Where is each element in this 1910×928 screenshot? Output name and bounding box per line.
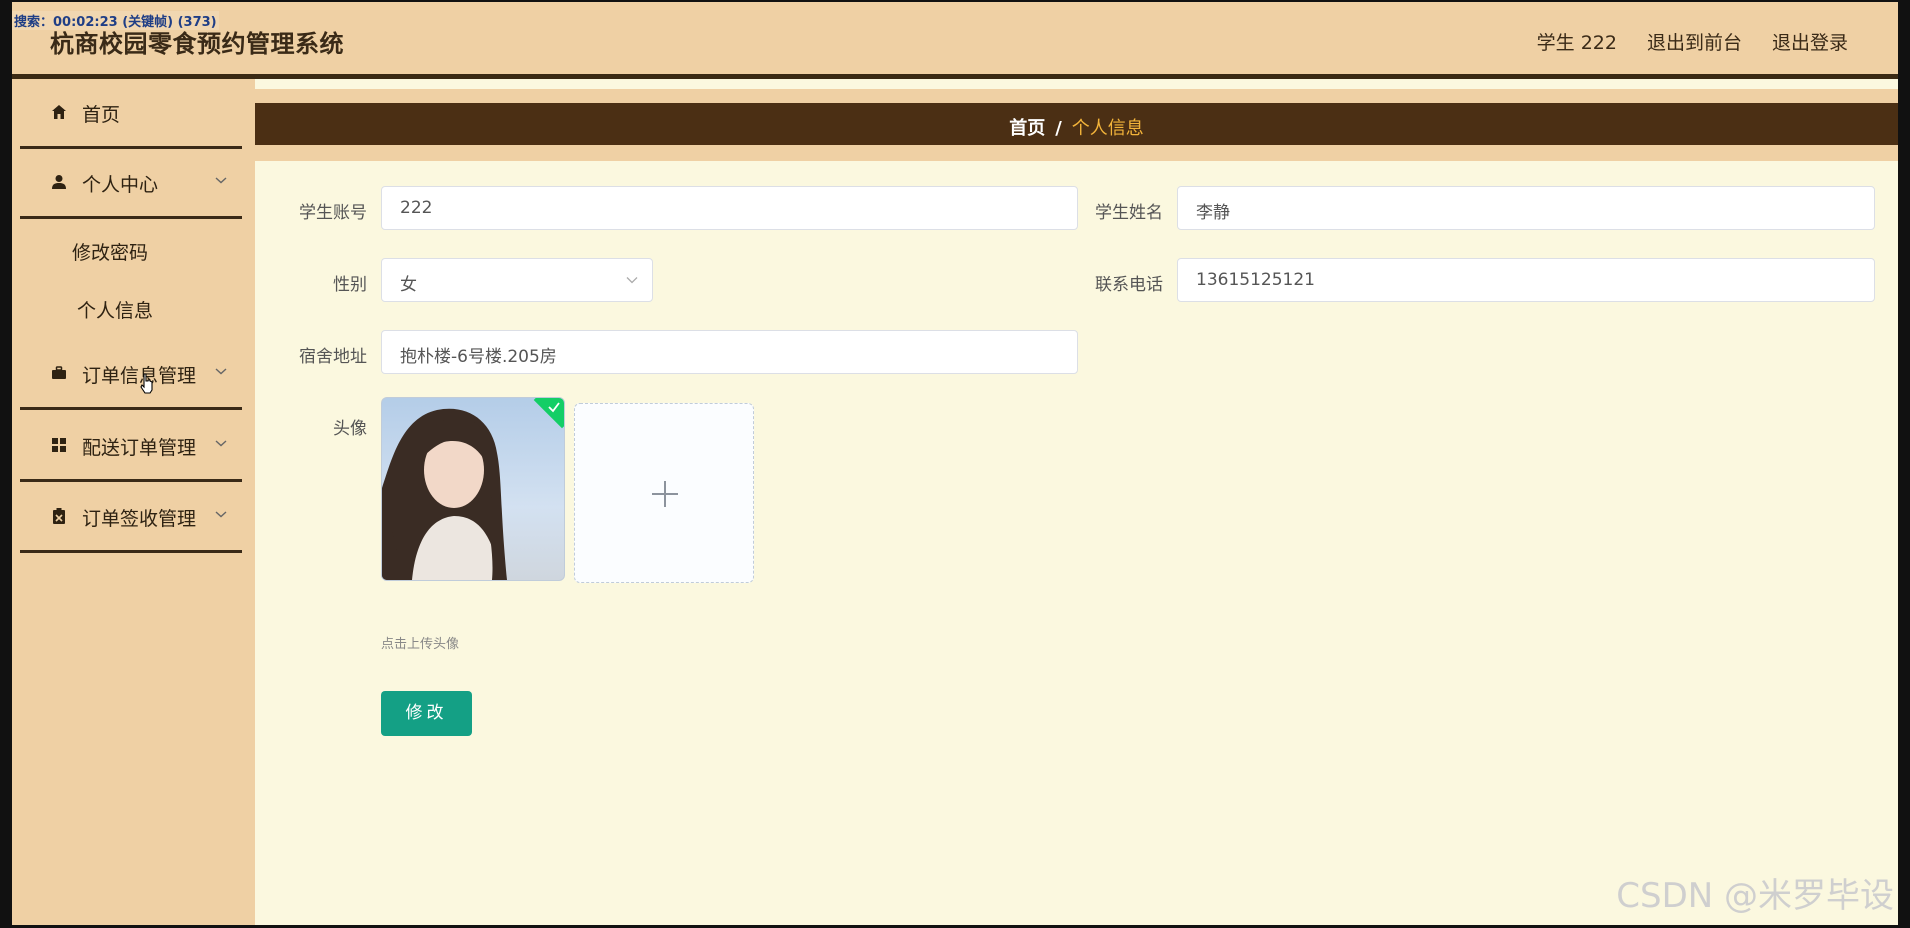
gender-select-value: 女	[400, 275, 417, 295]
avatar-image[interactable]	[381, 397, 565, 581]
check-icon	[548, 402, 560, 413]
chevron-down-icon	[626, 277, 638, 284]
plus-icon	[652, 481, 678, 507]
clipboard-icon	[53, 508, 65, 524]
avatar-upload-button[interactable]	[574, 403, 754, 583]
address-field[interactable]: 抱朴楼-6号楼.205房	[381, 330, 1078, 374]
header-links: 学生 222 退出到前台 退出登录	[1537, 28, 1848, 55]
sidebar-item-order-signoff[interactable]: 订单签收管理	[20, 483, 242, 553]
chevron-down-icon	[215, 440, 227, 447]
name-label: 学生姓名	[1095, 203, 1163, 223]
sidebar-item-order-info[interactable]: 订单信息管理	[20, 340, 242, 410]
sidebar-item-personal-center[interactable]: 个人中心	[20, 149, 242, 219]
mouse-cursor-icon	[140, 373, 153, 394]
breadcrumb-separator: /	[1055, 118, 1062, 139]
sidebar-item-label: 个人中心	[82, 174, 159, 196]
name-field[interactable]: 李静	[1177, 186, 1875, 230]
phone-label: 联系电话	[1095, 275, 1163, 295]
breadcrumb-current: 个人信息	[1071, 118, 1144, 139]
content-top-band	[255, 89, 1898, 103]
grid-icon	[52, 438, 66, 452]
sidebar-item-label: 订单签收管理	[82, 508, 197, 530]
avatar-label: 头像	[333, 419, 367, 439]
account-field[interactable]: 222	[381, 186, 1078, 230]
sidebar-item-delivery-orders[interactable]: 配送订单管理	[20, 412, 242, 482]
user-icon	[52, 175, 66, 189]
sidebar-subitem-change-password[interactable]: 修改密码	[72, 238, 148, 265]
avatar-photo	[382, 408, 507, 580]
top-header: 杭商校园零食预约管理系统 搜索：00:02:23 (关键帧) (373) 学生 …	[12, 2, 1898, 76]
account-label: 学生账号	[299, 203, 367, 223]
sidebar-item-label: 配送订单管理	[82, 437, 197, 459]
gender-select[interactable]: 女	[381, 258, 653, 302]
exit-to-frontend-link[interactable]: 退出到前台	[1647, 28, 1742, 55]
logout-link[interactable]: 退出登录	[1772, 28, 1848, 55]
gender-label: 性别	[333, 275, 367, 295]
sidebar: 首页 个人中心 修改密码 个人信息 订单信息管理 配送订单管理 订单签收管理	[12, 79, 255, 925]
breadcrumb-home[interactable]: 首页	[1009, 118, 1045, 139]
chevron-down-icon	[215, 368, 227, 375]
breadcrumb-underband	[255, 145, 1898, 161]
briefcase-icon	[52, 366, 66, 379]
sidebar-subitem-personal-info[interactable]: 个人信息	[77, 296, 153, 323]
home-icon	[52, 105, 66, 119]
breadcrumb: 首页 / 个人信息	[255, 103, 1898, 145]
phone-field[interactable]: 13615125121	[1177, 258, 1875, 302]
current-user-link[interactable]: 学生 222	[1537, 28, 1617, 55]
submit-button[interactable]: 修改	[381, 691, 472, 736]
chevron-down-icon	[215, 511, 227, 518]
address-label: 宿舍地址	[299, 347, 367, 367]
recording-overlay: 搜索：00:02:23 (关键帧) (373)	[12, 11, 219, 30]
upload-hint: 点击上传头像	[381, 637, 460, 652]
app-window: 杭商校园零食预约管理系统 搜索：00:02:23 (关键帧) (373) 学生 …	[12, 2, 1898, 925]
sidebar-item-home[interactable]: 首页	[20, 79, 242, 149]
content-top-strip	[255, 79, 1898, 89]
sidebar-item-label: 首页	[82, 104, 121, 126]
chevron-down-icon	[215, 177, 227, 184]
watermark: CSDN @米罗毕设	[1616, 876, 1894, 916]
